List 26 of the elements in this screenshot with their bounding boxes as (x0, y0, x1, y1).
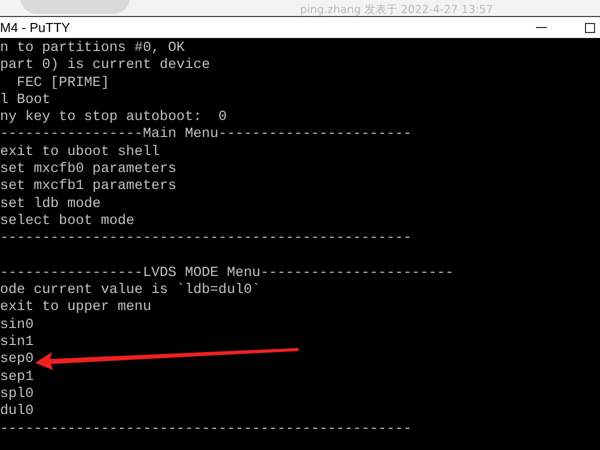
terminal-line: exit to uboot shell (0, 144, 160, 162)
terminal-line: set mxcfb0 parameters (0, 161, 176, 178)
terminal-line: ------------------------------------------------- (0, 420, 412, 438)
terminal-line: l Boot (0, 92, 50, 110)
maximize-icon[interactable] (585, 22, 595, 32)
terminal-line: FEC [PRIME] (16, 74, 110, 92)
terminal-line: sin1 (0, 334, 34, 352)
terminal-line: -----------------LVDS MODE Menu----------------------- (0, 264, 454, 282)
terminal-line: spl0 (0, 386, 34, 404)
terminal-line: -----------------Main Menu----------------------- (0, 126, 412, 144)
window-title: M4 - PuTTY (0, 18, 70, 37)
terminal-line: part 0) is current device (0, 57, 210, 75)
post-meta: ping.zhang 发表于 2022-4-27 13:57 (300, 3, 494, 16)
terminal-line: exit to upper menu (0, 299, 152, 317)
terminal-line: ny key to stop autoboot: 0 (0, 109, 227, 126)
terminal-line: n to partitions #0, OK (0, 40, 185, 58)
terminal-line: sep0 (0, 351, 34, 369)
terminal-line: sep1 (0, 368, 34, 386)
terminal-line: ode current value is `ldb=dul0` (0, 282, 260, 300)
terminal-line: set ldb mode (0, 196, 101, 213)
terminal-line: select boot mode (0, 212, 134, 230)
terminal-line: dul0 (0, 403, 34, 421)
terminal-line: sin0 (0, 316, 34, 334)
terminal-line: ------------------------------------------------- (0, 230, 412, 248)
terminal-line: set mxcfb1 parameters (0, 178, 176, 196)
minimize-icon[interactable] (536, 26, 547, 28)
